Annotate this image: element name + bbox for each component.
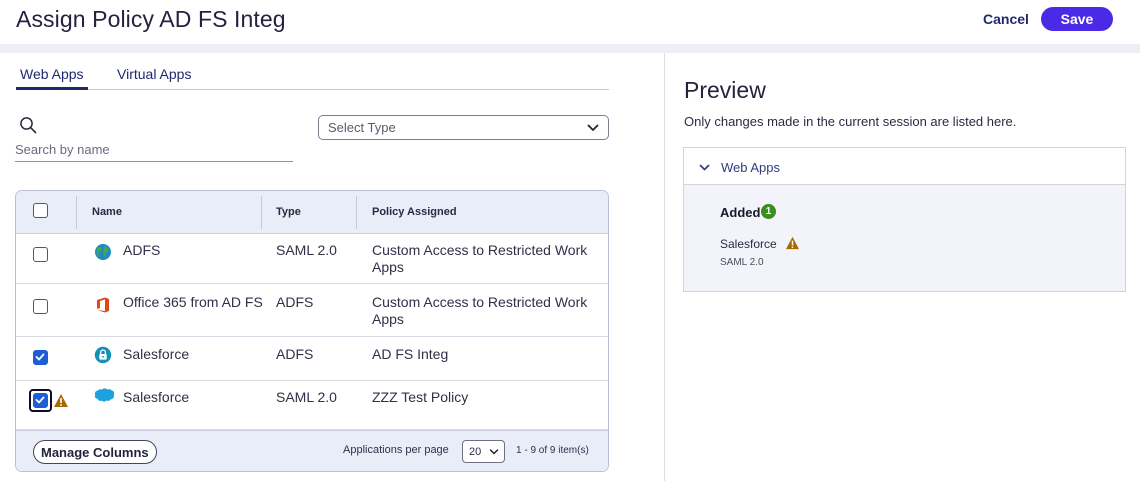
row-checkbox[interactable] <box>33 247 48 262</box>
table-row[interactable]: ADFS SAML 2.0 Custom Access to Restricte… <box>16 234 608 284</box>
checkmark-icon <box>35 353 45 361</box>
checkmark-icon <box>35 396 45 404</box>
preview-item-name: Salesforce <box>720 237 777 251</box>
page-title: Assign Policy AD FS Integ <box>16 6 286 32</box>
warning-icon <box>54 394 68 407</box>
apps-table: Name Type Policy Assigned ADFS SAML 2.0 … <box>15 190 609 472</box>
per-page-select[interactable]: 20 <box>462 440 505 463</box>
header-divider-band <box>0 44 1140 53</box>
preview-title: Preview <box>684 77 766 103</box>
preview-item-type: SAML 2.0 <box>720 257 764 268</box>
search-input[interactable] <box>15 138 293 162</box>
column-header-name[interactable]: Name <box>92 206 122 218</box>
chevron-down-icon <box>587 124 599 131</box>
column-separator <box>76 196 77 229</box>
app-type: SAML 2.0 <box>276 389 337 405</box>
tab-web-apps[interactable]: Web Apps <box>16 66 88 90</box>
save-button[interactable]: Save <box>1041 7 1113 31</box>
table-header: Name Type Policy Assigned <box>16 191 608 234</box>
chevron-down-icon <box>699 164 710 171</box>
app-type: SAML 2.0 <box>276 242 337 258</box>
row-checkbox[interactable] <box>33 299 48 314</box>
accordion-label: Web Apps <box>721 160 781 175</box>
added-count-badge: 1 <box>761 204 776 219</box>
row-checkbox-checked[interactable] <box>33 393 48 408</box>
cancel-button[interactable]: Cancel <box>983 11 1029 27</box>
panel-divider <box>664 53 665 481</box>
tab-virtual-apps[interactable]: Virtual Apps <box>117 66 191 82</box>
column-header-policy[interactable]: Policy Assigned <box>372 206 457 218</box>
salesforce-cloud-icon <box>94 388 115 402</box>
table-row[interactable]: Office 365 from AD FS ADFS Custom Access… <box>16 284 608 337</box>
type-select-value: Select Type <box>328 120 396 135</box>
app-name: ADFS <box>123 242 161 258</box>
app-name: Office 365 from AD FS <box>123 294 263 310</box>
tab-bar: Web Apps Virtual Apps <box>16 64 609 90</box>
search-icon[interactable] <box>19 116 37 134</box>
lock-app-icon <box>94 346 112 364</box>
table-row[interactable]: Salesforce SAML 2.0 ZZZ Test Policy <box>16 381 608 430</box>
per-page-label: Applications per page <box>343 444 449 456</box>
app-policy: Custom Access to Restricted Work Apps <box>372 242 588 275</box>
app-type: ADFS <box>276 294 314 310</box>
manage-columns-button[interactable]: Manage Columns <box>33 440 157 464</box>
page-header: Assign Policy AD FS Integ Cancel Save <box>0 0 1140 44</box>
app-policy: AD FS Integ <box>372 346 449 362</box>
row-checkbox-checked[interactable] <box>33 350 48 365</box>
app-name: Salesforce <box>123 389 190 405</box>
app-type: ADFS <box>276 346 314 362</box>
column-separator <box>261 196 262 229</box>
app-policy: Custom Access to Restricted Work Apps <box>372 294 588 327</box>
column-separator <box>356 196 357 229</box>
added-label: Added <box>720 205 761 220</box>
pagination-count: 1 - 9 of 9 item(s) <box>516 445 589 456</box>
app-policy: ZZZ Test Policy <box>372 389 469 405</box>
table-row[interactable]: Salesforce ADFS AD FS Integ <box>16 337 608 381</box>
adfs-globe-icon <box>95 244 111 260</box>
column-header-type[interactable]: Type <box>276 206 301 218</box>
accordion-header-web-apps[interactable]: Web Apps <box>684 148 1125 185</box>
app-name: Salesforce <box>123 346 190 362</box>
table-footer: Manage Columns Applications per page 20 … <box>16 430 608 471</box>
preview-accordion: Web Apps Added 1 Salesforce SAML 2.0 <box>683 147 1126 292</box>
select-all-checkbox[interactable] <box>33 203 48 218</box>
type-select[interactable]: Select Type <box>318 115 609 140</box>
office-365-icon <box>97 297 109 313</box>
warning-icon <box>785 236 800 250</box>
preview-subtitle: Only changes made in the current session… <box>684 114 1017 129</box>
per-page-value: 20 <box>469 446 482 458</box>
chevron-down-icon <box>489 449 499 455</box>
